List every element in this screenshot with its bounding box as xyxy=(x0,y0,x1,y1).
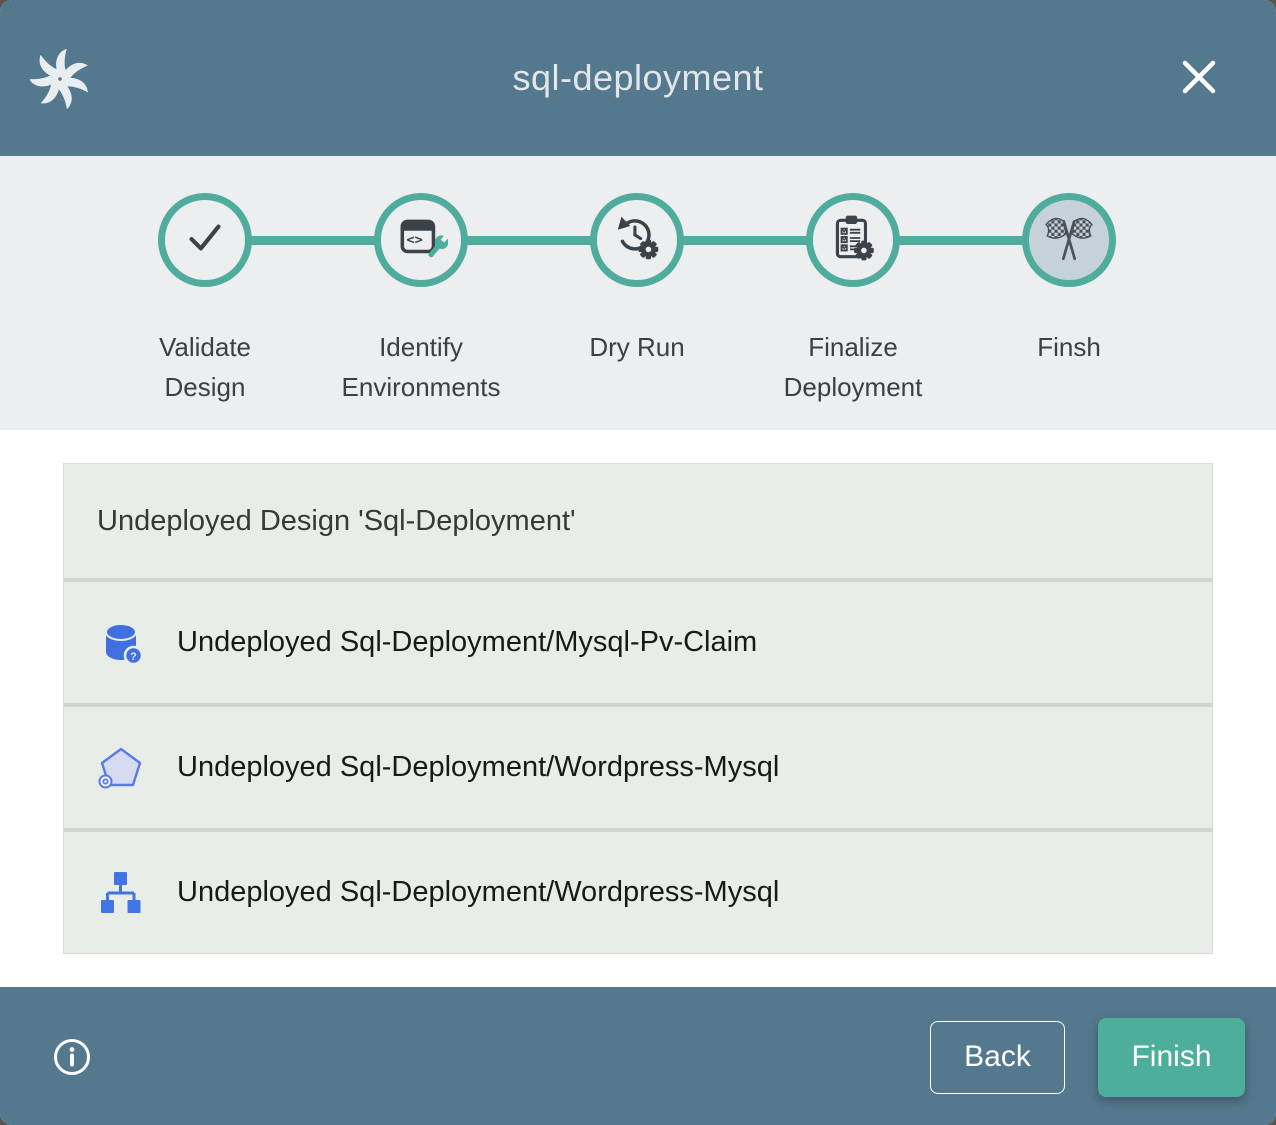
results-panel: Undeployed Design 'Sql-Deployment' ? Und… xyxy=(63,463,1213,954)
code-tools-icon: <> xyxy=(394,211,448,270)
result-row: ? Undeployed Sql-Deployment/Mysql-Pv-Cla… xyxy=(64,578,1212,703)
check-icon xyxy=(178,211,232,270)
step-label: Dry Run xyxy=(589,327,684,367)
database-question-icon: ? xyxy=(97,619,145,667)
svg-text:?: ? xyxy=(130,651,137,663)
dry-run-history-icon xyxy=(610,211,664,270)
wizard-stepper: Validate Design <> xyxy=(0,156,1276,430)
deployment-wizard-dialog: sql-deployment Validate Design xyxy=(0,0,1276,1125)
step-finish: Finsh xyxy=(961,156,1177,407)
result-text: Undeployed Sql-Deployment/Mysql-Pv-Claim xyxy=(177,626,757,659)
step-finalize-deployment-circle[interactable] xyxy=(806,193,900,287)
step-identify-environments: <> Identify Environments xyxy=(313,156,529,407)
result-text: Undeployed Sql-Deployment/Wordpress-Mysq… xyxy=(177,751,779,784)
dialog-footer: Back Finish xyxy=(0,987,1276,1125)
result-row: Undeployed Sql-Deployment/Wordpress-Mysq… xyxy=(64,703,1212,828)
result-row: Undeployed Sql-Deployment/Wordpress-Mysq… xyxy=(64,828,1212,953)
dialog-title: sql-deployment xyxy=(0,0,1276,156)
clipboard-settings-icon xyxy=(826,211,880,270)
result-text: Undeployed Sql-Deployment/Wordpress-Mysq… xyxy=(177,876,779,909)
results-area: Undeployed Design 'Sql-Deployment' ? Und… xyxy=(0,430,1276,987)
step-finish-circle[interactable] xyxy=(1022,193,1116,287)
results-header-text: Undeployed Design 'Sql-Deployment' xyxy=(97,505,576,538)
back-button[interactable]: Back xyxy=(930,1021,1065,1094)
pentagon-node-icon xyxy=(97,744,145,792)
step-label: Finsh xyxy=(1037,327,1101,367)
step-label: Identify Environments xyxy=(336,327,506,407)
finish-button[interactable]: Finish xyxy=(1098,1018,1245,1097)
info-icon[interactable] xyxy=(52,1037,92,1077)
step-validate-design: Validate Design xyxy=(97,156,313,407)
step-dry-run: Dry Run xyxy=(529,156,745,407)
dialog-header: sql-deployment xyxy=(0,0,1276,156)
hierarchy-icon xyxy=(97,869,145,917)
svg-text:<>: <> xyxy=(406,232,422,248)
checkered-flags-icon xyxy=(1042,211,1096,270)
results-header-row: Undeployed Design 'Sql-Deployment' xyxy=(64,464,1212,578)
step-finalize-deployment: Finalize Deployment xyxy=(745,156,961,407)
step-label: Validate Design xyxy=(120,327,290,407)
step-label: Finalize Deployment xyxy=(768,327,938,407)
step-identify-environments-circle[interactable]: <> xyxy=(374,193,468,287)
close-icon[interactable] xyxy=(1174,52,1224,102)
step-validate-design-circle[interactable] xyxy=(158,193,252,287)
step-dry-run-circle[interactable] xyxy=(590,193,684,287)
